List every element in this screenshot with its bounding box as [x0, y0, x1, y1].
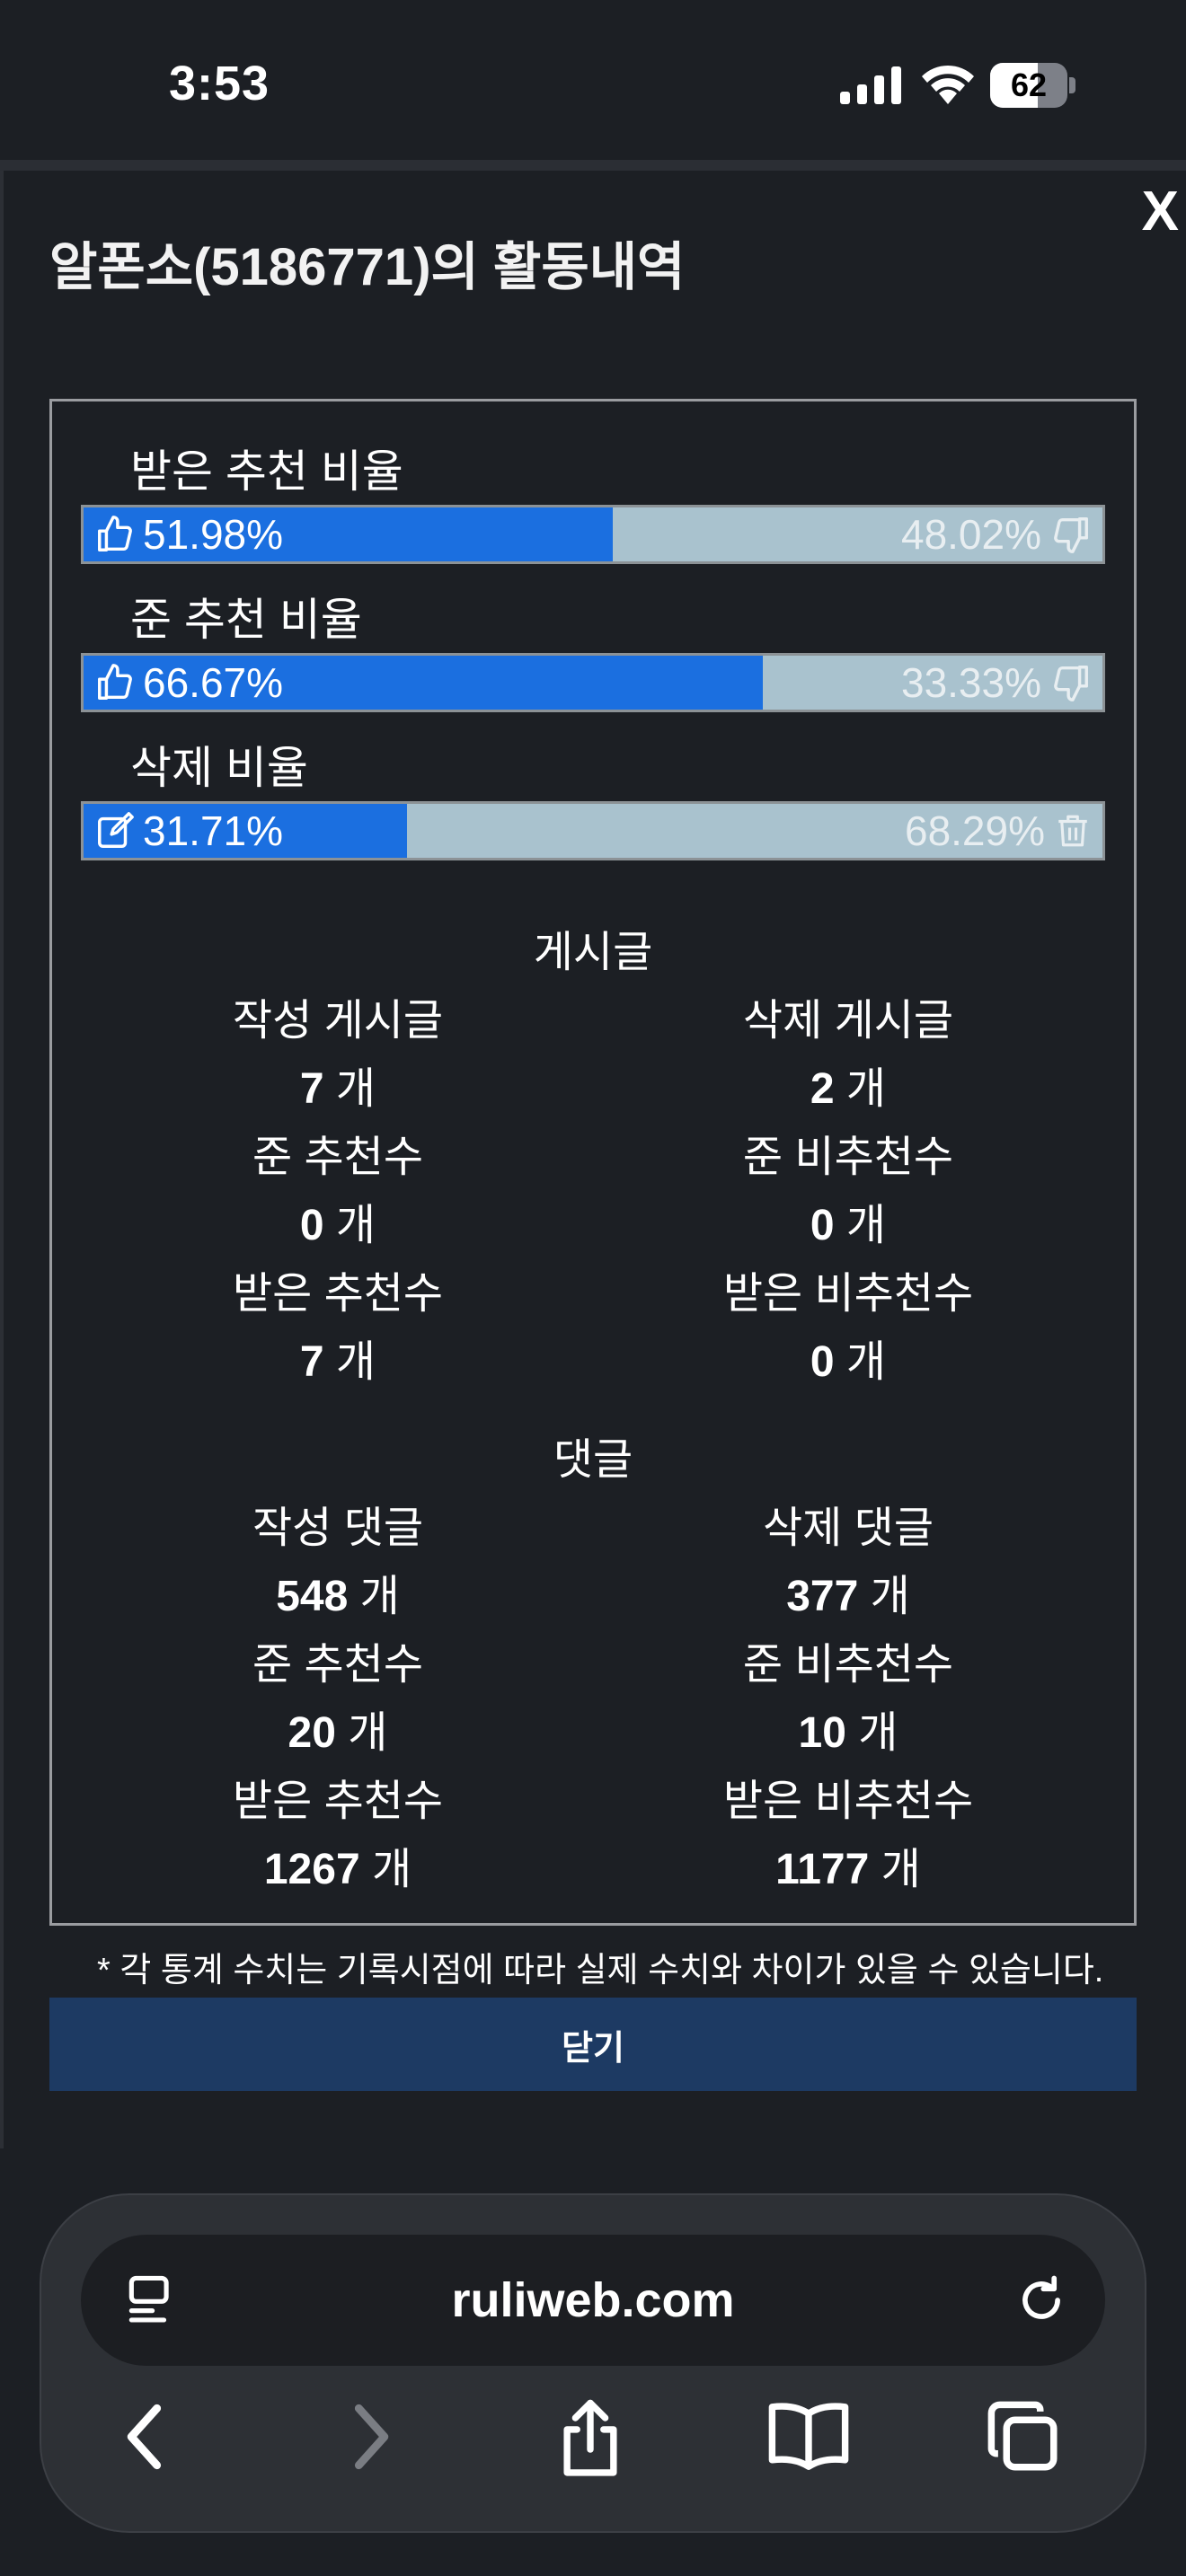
battery-percent: 62: [1010, 66, 1048, 103]
posts-written-value: 7 개: [299, 1065, 376, 1113]
thumbs-up-icon: [98, 516, 132, 551]
browser-toolbar: ruliweb.com: [40, 2193, 1146, 2533]
reload-icon[interactable]: [1013, 2272, 1069, 2328]
received-recommend-ratio-bar: 51.98% 48.02%: [81, 505, 1105, 564]
comments-section-title: 댓글: [553, 1436, 633, 1484]
posts-written-label: 작성 게시글: [232, 997, 444, 1045]
comments-received-not-recommend-value: 1177 개: [775, 1846, 921, 1893]
deleted-ratio-value: 31.71%: [143, 807, 284, 854]
comments-given-not-recommend-value: 10 개: [798, 1709, 898, 1757]
back-arrow-icon[interactable]: [111, 2396, 180, 2477]
delete-ratio-label: 삭제 비율: [130, 743, 308, 793]
given-recommend-ratio-bar: 66.67% 33.33%: [81, 653, 1105, 712]
thumbs-down-icon: [1054, 666, 1088, 701]
forward-arrow-icon[interactable]: [336, 2396, 404, 2477]
bookmarks-icon[interactable]: [766, 2396, 852, 2477]
modal-title: 알폰소(5186771)의 활동내역: [49, 238, 686, 296]
comments-received-recommend-label: 받은 추천수: [232, 1778, 444, 1825]
posts-given-recommend-value: 0 개: [299, 1202, 376, 1249]
address-bar[interactable]: ruliweb.com: [81, 2235, 1105, 2366]
given-recommend-ratio-label: 준 추천 비율: [130, 595, 362, 645]
close-button[interactable]: 닫기: [49, 1998, 1137, 2091]
comments-received-recommend-value: 1267 개: [263, 1846, 412, 1893]
url-text[interactable]: ruliweb.com: [81, 2235, 1105, 2366]
delete-ratio-bar: 31.71% 68.29%: [81, 801, 1105, 860]
share-icon[interactable]: [550, 2396, 631, 2483]
posts-given-recommend-label: 준 추천수: [252, 1134, 423, 1181]
kept-ratio-value: 68.29%: [904, 807, 1045, 854]
tabs-icon[interactable]: [983, 2396, 1064, 2477]
received-not-recommend-value: 48.02%: [900, 511, 1041, 558]
given-not-recommend-value: 33.33%: [900, 659, 1041, 706]
page-menu-icon[interactable]: [122, 2272, 178, 2328]
comments-written-value: 548 개: [276, 1573, 400, 1620]
comments-given-recommend-value: 20 개: [288, 1709, 388, 1757]
comments-deleted-label: 삭제 댓글: [763, 1504, 934, 1552]
comments-given-not-recommend-label: 준 비추천수: [742, 1641, 954, 1689]
comments-deleted-value: 377 개: [786, 1573, 910, 1620]
thumbs-up-icon: [98, 664, 132, 700]
posts-given-not-recommend-value: 0 개: [810, 1202, 887, 1249]
modal-close-x-button[interactable]: X: [1142, 180, 1179, 243]
status-bar: 3:53 62: [0, 0, 1186, 171]
edit-icon: [98, 812, 134, 848]
stats-disclaimer: * 각 통계 수치는 기록시점에 따라 실제 수치와 차이가 있을 수 있습니다…: [97, 1952, 1104, 1989]
posts-given-not-recommend-label: 준 비추천수: [742, 1134, 954, 1181]
battery-icon: 62: [990, 63, 1076, 108]
status-time: 3:53: [169, 57, 270, 110]
comments-written-label: 작성 댓글: [252, 1504, 423, 1552]
cellular-signal-icon: [840, 66, 901, 104]
received-recommend-ratio-label: 받은 추천 비율: [130, 446, 403, 497]
posts-received-recommend-value: 7 개: [299, 1338, 376, 1386]
posts-received-not-recommend-value: 0 개: [810, 1338, 887, 1386]
posts-received-recommend-label: 받은 추천수: [232, 1270, 444, 1318]
received-recommend-value: 51.98%: [143, 511, 284, 558]
background-page: [0, 160, 1186, 171]
given-recommend-value: 66.67%: [143, 659, 284, 706]
posts-section-title: 게시글: [533, 929, 653, 976]
trash-icon: [1058, 815, 1087, 847]
thumbs-down-icon: [1054, 517, 1088, 553]
posts-deleted-label: 삭제 게시글: [742, 997, 954, 1045]
posts-received-not-recommend-label: 받은 비추천수: [722, 1270, 974, 1318]
comments-given-recommend-label: 준 추천수: [252, 1641, 423, 1689]
posts-deleted-value: 2 개: [810, 1065, 887, 1113]
comments-received-not-recommend-label: 받은 비추천수: [722, 1778, 974, 1825]
wifi-icon: [922, 65, 974, 104]
